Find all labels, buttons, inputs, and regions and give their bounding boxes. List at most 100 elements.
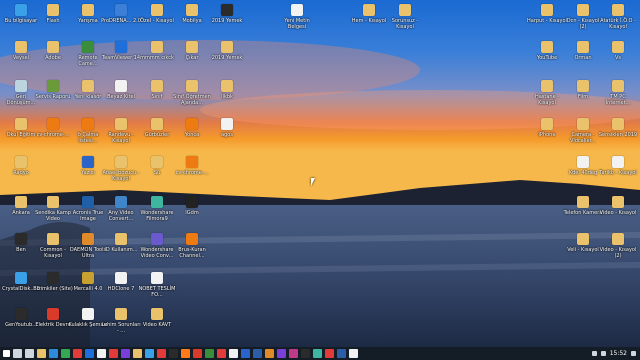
task-view-taskbar-icon[interactable]	[25, 349, 34, 358]
desktop-shortcut[interactable]: Gürbüzler	[137, 118, 177, 138]
shortcut-label: Lehim Sorunları - ...	[101, 322, 141, 334]
desktop-shortcut[interactable]: mmmm cıkck	[137, 41, 177, 61]
shortcut-icon	[15, 4, 27, 16]
desktop-shortcut[interactable]: Hastane - Kısayol	[527, 80, 567, 106]
desktop-shortcut[interactable]: Sınıf	[137, 80, 177, 100]
desktop-shortcut[interactable]: cv-chrome-...	[172, 156, 212, 176]
desktop-shortcut[interactable]: Sorunsuz - Kısayol	[385, 4, 425, 30]
app-taskbar-icon[interactable]	[145, 349, 154, 358]
desktop-shortcut[interactable]: cv-chrome-...	[33, 118, 73, 138]
desktop-shortcut[interactable]: ID Kullanım...	[101, 233, 141, 253]
app-taskbar-icon[interactable]	[289, 349, 298, 358]
desktop-shortcut[interactable]: HDClone 7	[101, 272, 141, 292]
desktop-shortcut[interactable]: İlkbk	[207, 80, 247, 100]
desktop-shortcut[interactable]: iPhone	[527, 118, 567, 138]
desktop-shortcut[interactable]: Lehim Sorunları - ...	[101, 308, 141, 334]
desktop-shortcut[interactable]: Servis Raporu	[33, 80, 73, 100]
shortcut-label: Hem - Kısayol	[351, 18, 387, 24]
desktop-shortcut[interactable]: Film	[563, 80, 603, 100]
desktop-shortcut[interactable]: Video - Kısayol (2)	[598, 233, 638, 259]
app-taskbar-icon[interactable]	[325, 349, 334, 358]
desktop-shortcut[interactable]: Sensiklen 2019	[598, 118, 638, 138]
shortcut-icon	[15, 308, 27, 320]
app-taskbar-icon[interactable]	[349, 349, 358, 358]
desktop-shortcut[interactable]: Wondershare Video Conv...	[137, 233, 177, 259]
desktop-shortcut[interactable]: Beyaz Kitel	[101, 80, 141, 100]
desktop-shortcut[interactable]: Atatürk İ.Ö.O - Kısayol	[598, 4, 638, 30]
app-taskbar-icon[interactable]	[217, 349, 226, 358]
network-icon[interactable]	[591, 351, 597, 356]
desktop-shortcut[interactable]: Orman	[563, 41, 603, 61]
desktop-shortcut[interactable]: Hem - Kısayol	[349, 4, 389, 24]
desktop-shortcut[interactable]: IGdm	[172, 196, 212, 216]
app-taskbar-icon[interactable]	[301, 349, 310, 358]
desktop-shortcut[interactable]: ProDRENA... 2.0	[101, 4, 141, 24]
desktop-shortcut[interactable]: Brus-Kuran Channel...	[172, 233, 212, 259]
desktop-shortcut[interactable]: Vs	[598, 41, 638, 61]
desktop-shortcut[interactable]: Randevu - Kısayol	[101, 118, 141, 144]
app-taskbar-icon[interactable]	[193, 349, 202, 358]
shortcut-icon	[115, 272, 127, 284]
desktop-shortcut[interactable]: Sü	[137, 156, 177, 176]
desktop-shortcut[interactable]: Sınıf Öğretmen Ajanda...	[172, 80, 212, 106]
app-taskbar-icon[interactable]	[265, 349, 274, 358]
app-taskbar-icon[interactable]	[133, 349, 142, 358]
desktop-shortcut[interactable]: Çıkar	[172, 41, 212, 61]
media-taskbar-icon[interactable]	[73, 349, 82, 358]
file-explorer-taskbar-icon[interactable]	[37, 349, 46, 358]
edge-taskbar-icon[interactable]	[49, 349, 58, 358]
shortcut-icon	[186, 156, 198, 168]
desktop-shortcut[interactable]: Common - Kısayol	[33, 233, 73, 259]
app-taskbar-icon[interactable]	[169, 349, 178, 358]
desktop-shortcut[interactable]: TM PC İnternet...	[598, 80, 638, 106]
desktop-shortcut[interactable]: Bizimkiler (Site)	[33, 272, 73, 292]
desktop-shortcut[interactable]: NOBET TESLİM FO...	[137, 272, 177, 298]
desktop-shortcut[interactable]: Any Video Convert...	[101, 196, 141, 222]
photoshop-taskbar-icon[interactable]	[253, 349, 262, 358]
desktop-shortcut[interactable]: Mobilya	[172, 4, 212, 24]
desktop-shortcut[interactable]: Radyo	[1, 156, 41, 176]
desktop-shortcut[interactable]: YouTube	[527, 41, 567, 61]
desktop-shortcut[interactable]: Sendika Kamp Video	[33, 196, 73, 222]
app-taskbar-icon[interactable]	[97, 349, 106, 358]
desktop-shortcut[interactable]: Kdel 40deg	[563, 156, 603, 176]
desktop-shortcut[interactable]: Video - Kısayol	[598, 196, 638, 216]
desktop-shortcut[interactable]: Elektrik Devre	[33, 308, 73, 328]
firefox-taskbar-icon[interactable]	[181, 349, 190, 358]
desktop-shortcut[interactable]: Veli - Kısayol	[563, 233, 603, 253]
desktop-shortcut[interactable]: Wondershare Filmora9	[137, 196, 177, 222]
desktop-shortcut[interactable]: Tarikb - Kısayol	[598, 156, 638, 176]
app-taskbar-icon[interactable]	[313, 349, 322, 358]
app-taskbar-icon[interactable]	[109, 349, 118, 358]
desktop-shortcut[interactable]: Flash	[33, 4, 73, 24]
app-taskbar-icon[interactable]	[241, 349, 250, 358]
start-taskbar-icon[interactable]	[3, 350, 10, 357]
chrome-taskbar-icon[interactable]	[61, 349, 70, 358]
desktop-shortcut[interactable]: 2019 Yemek	[207, 41, 247, 61]
desktop-shortcut[interactable]: Camera - Vidcaller...	[563, 118, 603, 144]
search-taskbar-icon[interactable]	[13, 349, 22, 358]
desktop-shortcut[interactable]: Dcn - Kısayol (2)	[563, 4, 603, 30]
desktop-shortcut[interactable]: Video KAVT	[137, 308, 177, 328]
desktop-shortcut[interactable]: Yonca	[172, 118, 212, 138]
volume-icon[interactable]	[600, 351, 606, 356]
app-taskbar-icon[interactable]	[157, 349, 166, 358]
clock[interactable]: 15:52	[610, 347, 627, 360]
desktop-shortcut[interactable]: Özel - Kısayol	[137, 4, 177, 24]
desktop-shortcut[interactable]: Adobe	[33, 41, 73, 61]
notification-icon[interactable]	[631, 351, 636, 356]
desktop-shortcut[interactable]: Harput - Kısayol	[527, 4, 567, 24]
app-taskbar-icon[interactable]	[85, 349, 94, 358]
desktop-shortcut[interactable]: TeamViewer 14	[101, 41, 141, 61]
app-taskbar-icon[interactable]	[205, 349, 214, 358]
desktop-shortcut[interactable]: 2019 Yemek	[207, 4, 247, 24]
app-taskbar-icon[interactable]	[121, 349, 130, 358]
app-taskbar-icon[interactable]	[337, 349, 346, 358]
app-taskbar-icon[interactable]	[277, 349, 286, 358]
shortcut-icon	[82, 41, 94, 53]
desktop-shortcut[interactable]: Anael bozucu - Kısayol	[101, 156, 141, 182]
desktop-shortcut[interactable]: Yeni Metin Belgesi	[277, 4, 317, 30]
desktop-shortcut[interactable]: agos	[207, 118, 247, 138]
desktop-shortcut[interactable]: Telefon Kamera	[563, 196, 603, 216]
app-taskbar-icon[interactable]	[229, 349, 238, 358]
